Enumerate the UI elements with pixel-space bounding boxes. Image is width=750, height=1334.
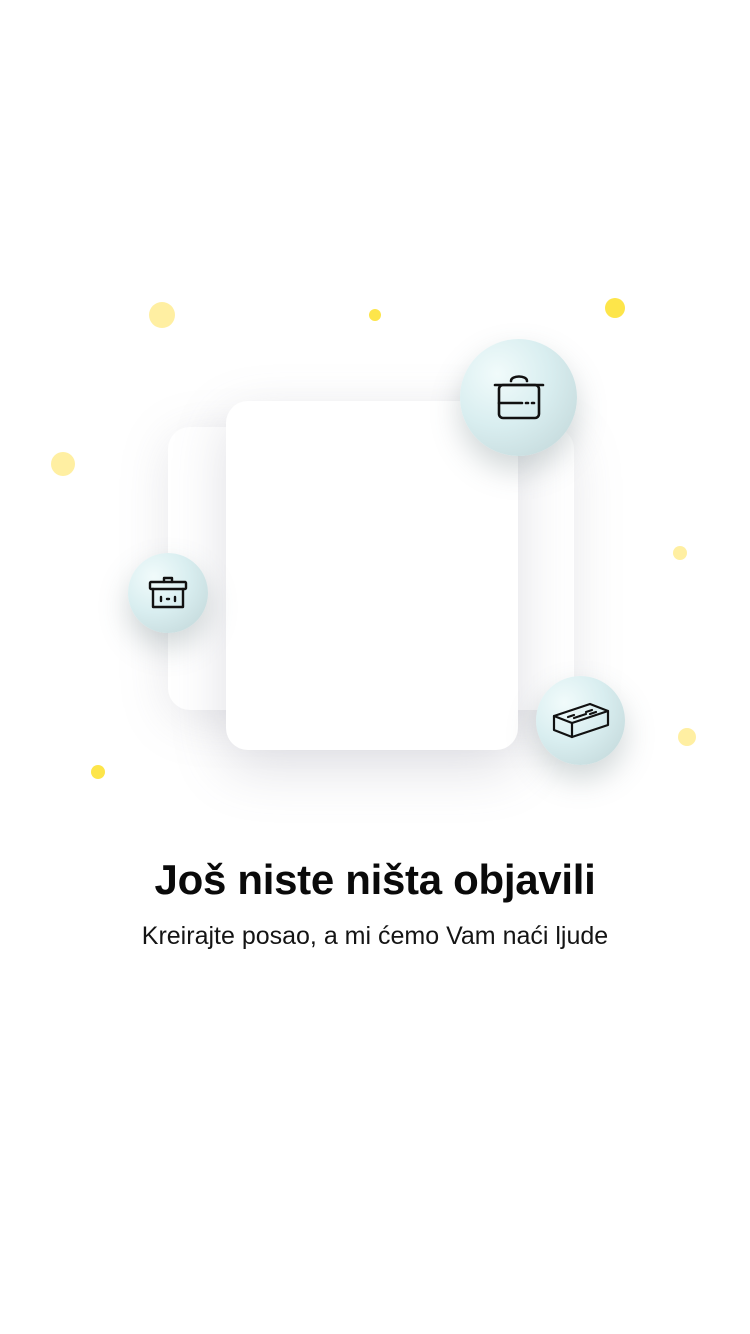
empty-state-illustration <box>0 0 750 820</box>
decor-dot <box>678 728 696 746</box>
decor-dot <box>91 765 105 779</box>
decor-dot <box>369 309 381 321</box>
brick-icon <box>552 702 609 738</box>
decor-dot <box>51 452 75 476</box>
decor-dot <box>673 546 687 560</box>
basket-icon <box>148 576 188 609</box>
cooking-pot-icon <box>493 374 544 419</box>
decor-dot <box>149 302 175 328</box>
basket-badge <box>128 553 208 633</box>
decor-dot <box>605 298 625 318</box>
empty-state-title: Još niste ništa objavili <box>154 856 596 903</box>
brick-badge <box>536 676 625 765</box>
cooking-pot-badge <box>460 339 577 456</box>
placeholder-card-front <box>226 401 518 750</box>
empty-state-subtitle: Kreirajte posao, a mi ćemo Vam naći ljud… <box>141 922 609 950</box>
